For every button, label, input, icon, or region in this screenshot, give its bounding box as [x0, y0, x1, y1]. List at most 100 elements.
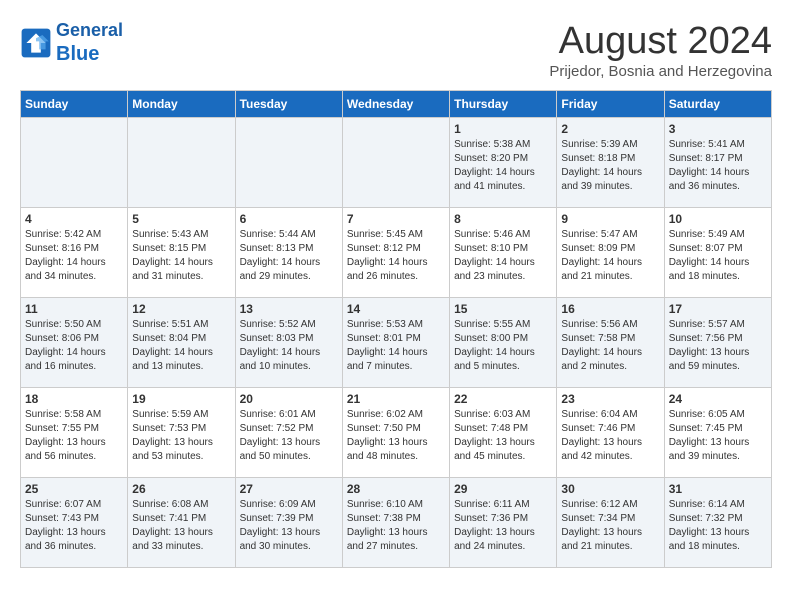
day-cell-3-1: 19Sunrise: 5:59 AMSunset: 7:53 PMDayligh…: [128, 388, 235, 478]
day-number: 29: [454, 482, 552, 496]
day-number: 27: [240, 482, 338, 496]
day-cell-1-2: 6 Sunrise: 5:44 AMSunset: 8:13 PMDaylight…: [235, 208, 342, 298]
day-info: Sunrise: 5:39 AMSunset: 8:18 PMDaylight:…: [561, 138, 659, 194]
day-info: Sunrise: 5:55 AMSunset: 8:00 PMDaylight:…: [454, 318, 552, 374]
day-info: Sunrise: 5:56 AMSunset: 7:58 PMDaylight:…: [561, 318, 659, 374]
day-cell-1-5: 9 Sunrise: 5:47 AMSunset: 8:09 PMDaylight…: [557, 208, 664, 298]
day-info: Sunrise: 6:14 AMSunset: 7:32 PMDaylight:…: [669, 498, 767, 554]
day-number: 6: [240, 212, 338, 226]
day-info: Sunrise: 6:05 AMSunset: 7:45 PMDaylight:…: [669, 408, 767, 464]
day-number: 18: [25, 392, 123, 406]
day-number: 21: [347, 392, 445, 406]
day-cell-2-2: 13 Sunrise: 5:52 AMSunset: 8:03 PMDayligh…: [235, 298, 342, 388]
day-info: Sunrise: 5:50 AMSunset: 8:06 PMDaylight:…: [25, 318, 123, 374]
day-number: 8: [454, 212, 552, 226]
day-info: Sunrise: 5:57 AMSunset: 7:56 PMDaylight:…: [669, 318, 767, 374]
day-info: Sunrise: 6:08 AMSunset: 7:41 PMDaylight:…: [132, 498, 230, 554]
day-number: 16: [561, 302, 659, 316]
day-cell-2-5: 16 Sunrise: 5:56 AMSunset: 7:58 PMDayligh…: [557, 298, 664, 388]
day-number: 4: [25, 212, 123, 226]
header-wednesday: Wednesday: [342, 91, 449, 118]
day-info: Sunrise: 5:44 AMSunset: 8:13 PMDaylight:…: [240, 228, 338, 284]
day-cell-0-4: 1Sunrise: 5:38 AMSunset: 8:20 PMDaylight…: [450, 118, 557, 208]
day-cell-0-5: 2 Sunrise: 5:39 AMSunset: 8:18 PMDaylight…: [557, 118, 664, 208]
day-info: Sunrise: 6:09 AMSunset: 7:39 PMDaylight:…: [240, 498, 338, 554]
day-number: 26: [132, 482, 230, 496]
day-cell-3-0: 18 Sunrise: 5:58 AMSunset: 7:55 PMDayligh…: [21, 388, 128, 478]
day-cell-0-0: [21, 118, 128, 208]
day-number: 19: [132, 392, 230, 406]
day-number: 22: [454, 392, 552, 406]
day-info: Sunrise: 5:47 AMSunset: 8:09 PMDaylight:…: [561, 228, 659, 284]
day-number: 15: [454, 302, 552, 316]
day-info: Sunrise: 5:46 AMSunset: 8:10 PMDaylight:…: [454, 228, 552, 284]
day-number: 17: [669, 302, 767, 316]
month-year-title: August 2024: [549, 20, 772, 63]
week-row-1: 1Sunrise: 5:38 AMSunset: 8:20 PMDaylight…: [21, 118, 772, 208]
day-cell-4-6: 31 Sunrise: 6:14 AMSunset: 7:32 PMDayligh…: [664, 478, 771, 568]
day-cell-2-0: 11 Sunrise: 5:50 AMSunset: 8:06 PMDayligh…: [21, 298, 128, 388]
logo: General Blue: [20, 20, 123, 66]
day-number: 14: [347, 302, 445, 316]
day-info: Sunrise: 6:02 AMSunset: 7:50 PMDaylight:…: [347, 408, 445, 464]
day-info: Sunrise: 5:38 AMSunset: 8:20 PMDaylight:…: [454, 138, 552, 194]
logo-line1: General: [56, 20, 123, 40]
logo-icon: [20, 27, 52, 59]
day-info: Sunrise: 6:03 AMSunset: 7:48 PMDaylight:…: [454, 408, 552, 464]
day-cell-3-5: 23Sunrise: 6:04 AMSunset: 7:46 PMDayligh…: [557, 388, 664, 478]
day-cell-4-3: 28 Sunrise: 6:10 AMSunset: 7:38 PMDayligh…: [342, 478, 449, 568]
day-number: 13: [240, 302, 338, 316]
day-number: 28: [347, 482, 445, 496]
day-cell-4-0: 25Sunrise: 6:07 AMSunset: 7:43 PMDayligh…: [21, 478, 128, 568]
logo-line2: Blue: [56, 43, 99, 65]
day-number: 31: [669, 482, 767, 496]
day-cell-3-3: 21 Sunrise: 6:02 AMSunset: 7:50 PMDayligh…: [342, 388, 449, 478]
day-info: Sunrise: 5:58 AMSunset: 7:55 PMDaylight:…: [25, 408, 123, 464]
header-thursday: Thursday: [450, 91, 557, 118]
day-number: 25: [25, 482, 123, 496]
day-cell-0-1: [128, 118, 235, 208]
day-info: Sunrise: 6:04 AMSunset: 7:46 PMDaylight:…: [561, 408, 659, 464]
day-cell-3-6: 24 Sunrise: 6:05 AMSunset: 7:45 PMDayligh…: [664, 388, 771, 478]
day-cell-2-4: 15 Sunrise: 5:55 AMSunset: 8:00 PMDayligh…: [450, 298, 557, 388]
weekday-header-row: SundayMondayTuesdayWednesdayThursdayFrid…: [21, 91, 772, 118]
day-cell-1-0: 4 Sunrise: 5:42 AMSunset: 8:16 PMDaylight…: [21, 208, 128, 298]
day-cell-0-3: [342, 118, 449, 208]
day-info: Sunrise: 6:11 AMSunset: 7:36 PMDaylight:…: [454, 498, 552, 554]
logo-text: General Blue: [56, 20, 123, 66]
page-header: General Blue August 2024 Prijedor, Bosni…: [20, 20, 772, 80]
header-sunday: Sunday: [21, 91, 128, 118]
day-number: 10: [669, 212, 767, 226]
day-info: Sunrise: 6:12 AMSunset: 7:34 PMDaylight:…: [561, 498, 659, 554]
day-number: 30: [561, 482, 659, 496]
day-number: 2: [561, 122, 659, 136]
day-info: Sunrise: 5:42 AMSunset: 8:16 PMDaylight:…: [25, 228, 123, 284]
day-cell-2-3: 14 Sunrise: 5:53 AMSunset: 8:01 PMDayligh…: [342, 298, 449, 388]
day-number: 24: [669, 392, 767, 406]
day-number: 11: [25, 302, 123, 316]
day-number: 7: [347, 212, 445, 226]
header-saturday: Saturday: [664, 91, 771, 118]
location-subtitle: Prijedor, Bosnia and Herzegovina: [549, 63, 772, 80]
day-info: Sunrise: 5:52 AMSunset: 8:03 PMDaylight:…: [240, 318, 338, 374]
week-row-3: 11 Sunrise: 5:50 AMSunset: 8:06 PMDayligh…: [21, 298, 772, 388]
day-cell-4-2: 27 Sunrise: 6:09 AMSunset: 7:39 PMDayligh…: [235, 478, 342, 568]
day-number: 20: [240, 392, 338, 406]
day-cell-0-2: [235, 118, 342, 208]
day-number: 9: [561, 212, 659, 226]
day-cell-2-6: 17 Sunrise: 5:57 AMSunset: 7:56 PMDayligh…: [664, 298, 771, 388]
day-info: Sunrise: 5:53 AMSunset: 8:01 PMDaylight:…: [347, 318, 445, 374]
day-info: Sunrise: 6:10 AMSunset: 7:38 PMDaylight:…: [347, 498, 445, 554]
calendar-table: SundayMondayTuesdayWednesdayThursdayFrid…: [20, 90, 772, 568]
day-info: Sunrise: 5:41 AMSunset: 8:17 PMDaylight:…: [669, 138, 767, 194]
day-cell-0-6: 3Sunrise: 5:41 AMSunset: 8:17 PMDaylight…: [664, 118, 771, 208]
day-number: 5: [132, 212, 230, 226]
day-cell-4-5: 30 Sunrise: 6:12 AMSunset: 7:34 PMDayligh…: [557, 478, 664, 568]
day-cell-1-1: 5Sunrise: 5:43 AMSunset: 8:15 PMDaylight…: [128, 208, 235, 298]
day-number: 12: [132, 302, 230, 316]
day-cell-1-3: 7Sunrise: 5:45 AMSunset: 8:12 PMDaylight…: [342, 208, 449, 298]
day-info: Sunrise: 5:49 AMSunset: 8:07 PMDaylight:…: [669, 228, 767, 284]
day-cell-3-4: 22 Sunrise: 6:03 AMSunset: 7:48 PMDayligh…: [450, 388, 557, 478]
title-block: August 2024 Prijedor, Bosnia and Herzego…: [549, 20, 772, 80]
day-cell-1-4: 8 Sunrise: 5:46 AMSunset: 8:10 PMDaylight…: [450, 208, 557, 298]
